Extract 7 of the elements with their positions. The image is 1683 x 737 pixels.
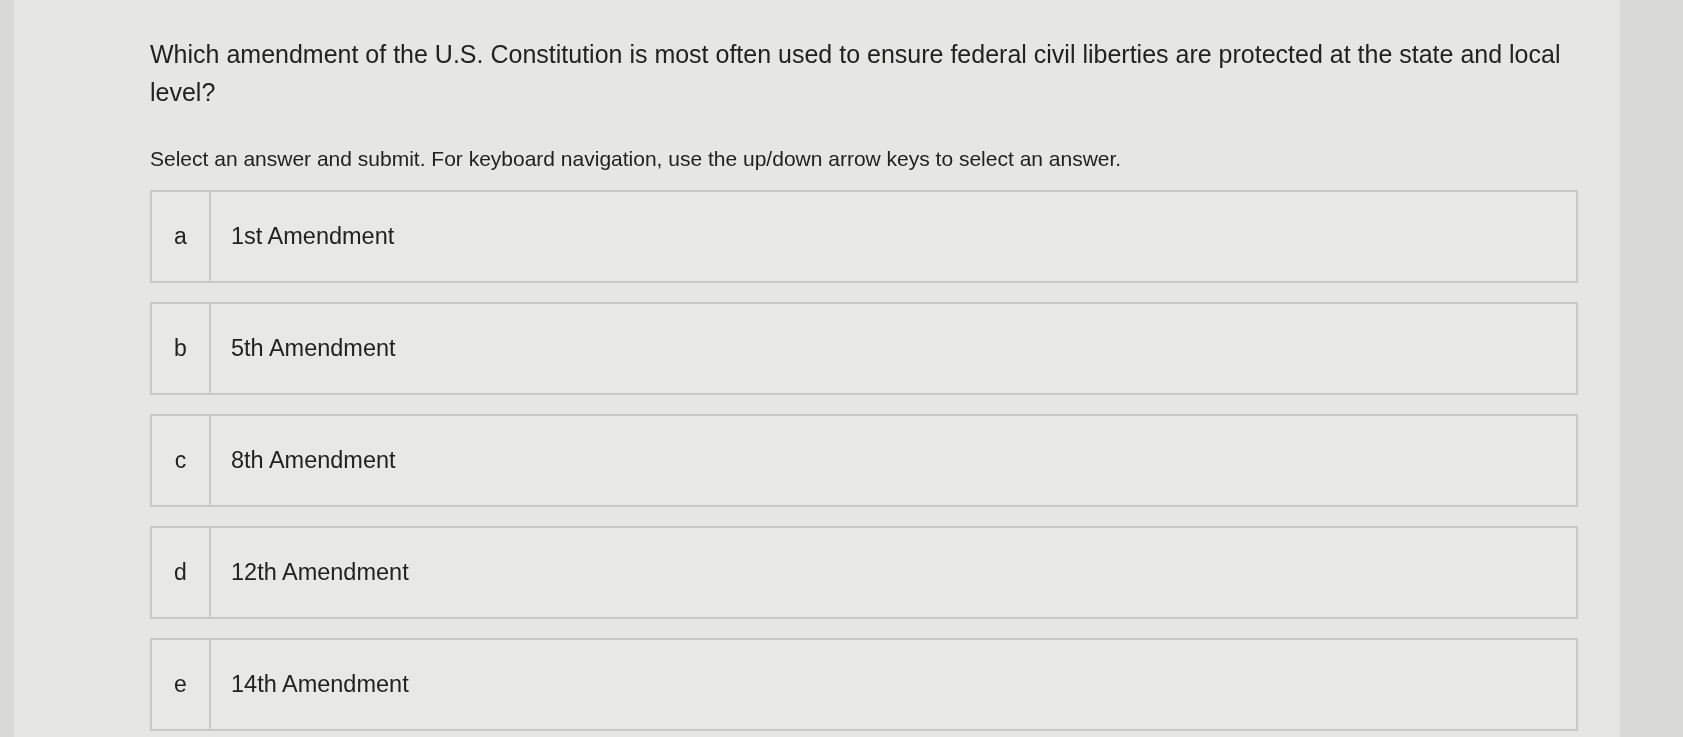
answer-option[interactable]: d 12th Amendment xyxy=(150,526,1578,619)
instructions-text: Select an answer and submit. For keyboard navigation, use the up/down arrow keys to select an answer. xyxy=(150,146,1123,172)
answer-option[interactable]: e 14th Amendment xyxy=(150,638,1578,731)
answer-option[interactable]: b 5th Amendment xyxy=(150,302,1578,395)
question-text: Which amendment of the U.S. Constitution is most often used to ensure federal civil liberties are protected at the state and local level? xyxy=(150,39,1562,108)
answer-option[interactable]: a 1st Amendment xyxy=(150,190,1578,283)
answer-option[interactable]: c 8th Amendment xyxy=(150,414,1578,507)
